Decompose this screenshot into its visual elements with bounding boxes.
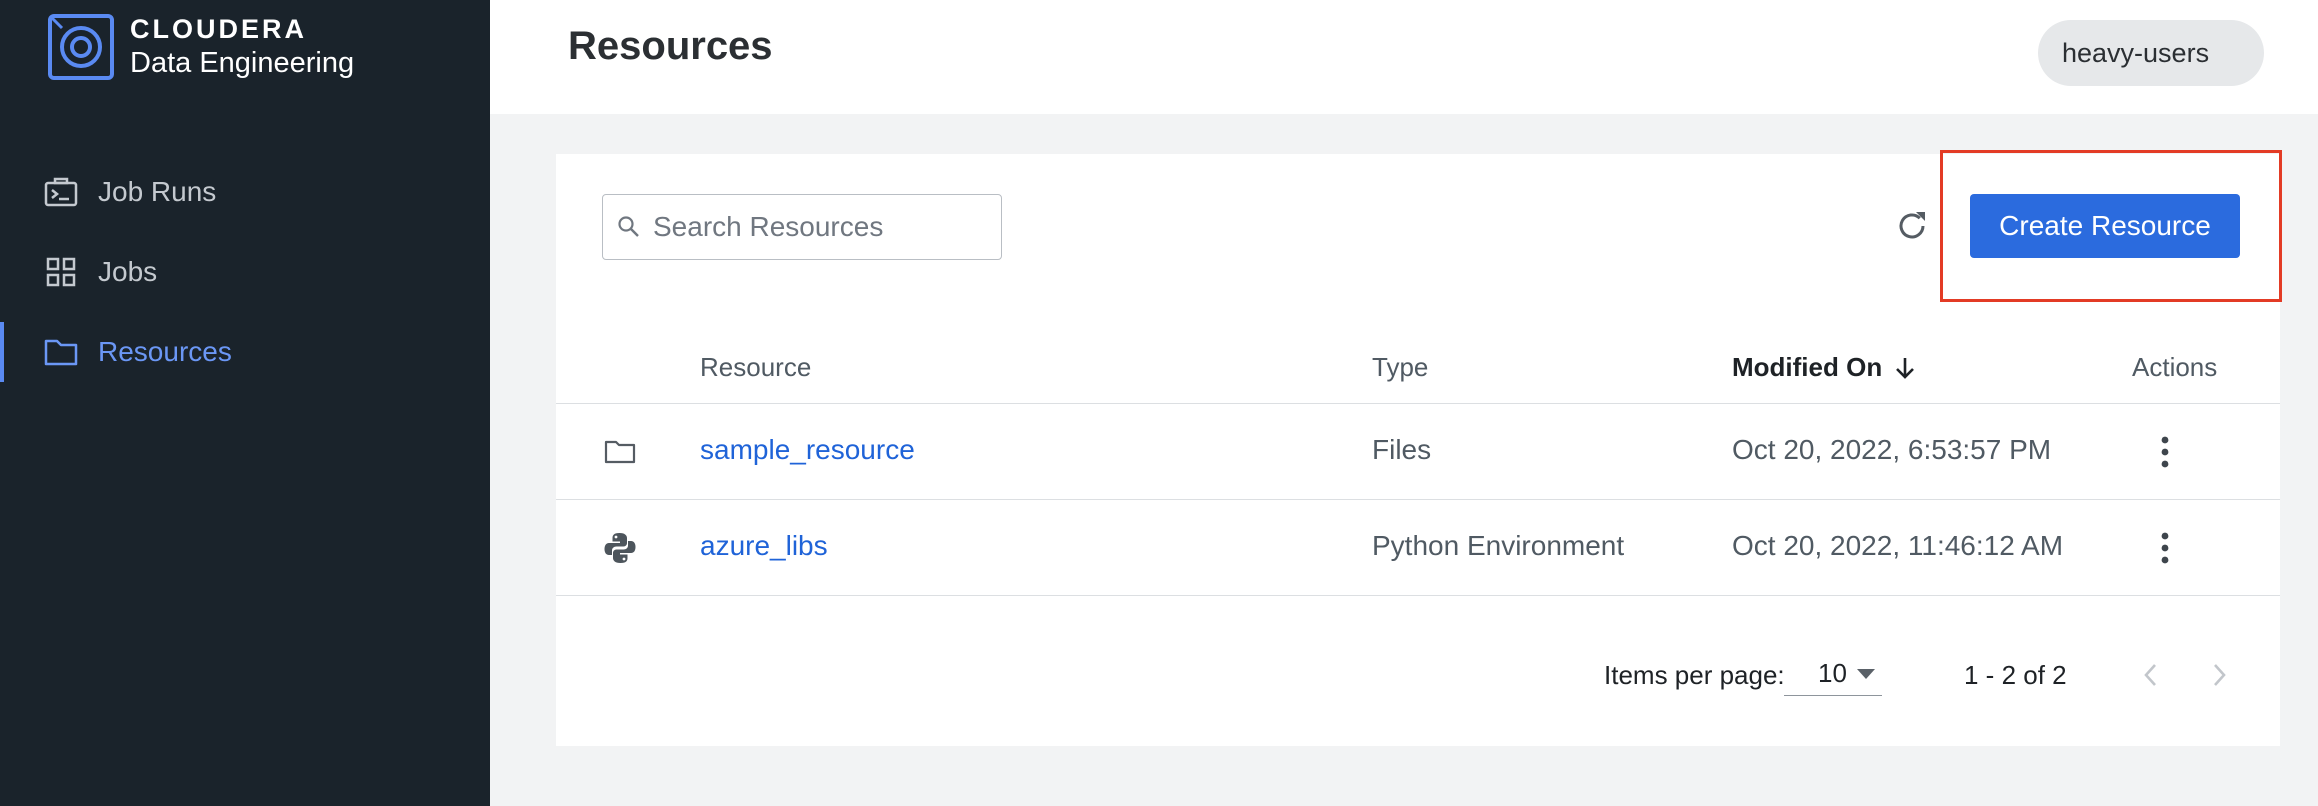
column-header-type[interactable]: Type (1372, 352, 1428, 383)
sidebar-nav: Job Runs Jobs Resources (0, 152, 490, 392)
page-title: Resources (568, 24, 773, 68)
jobs-grid-icon (44, 255, 78, 289)
resource-type: Python Environment (1372, 530, 1625, 561)
cloudera-logo-icon (48, 14, 114, 80)
refresh-icon[interactable] (1892, 206, 1932, 246)
more-actions-icon[interactable] (2152, 528, 2178, 568)
sidebar: CLOUDERA Data Engineering Job Runs Jobs … (0, 0, 490, 806)
search-icon (618, 216, 639, 237)
search-input[interactable] (653, 211, 973, 243)
create-resource-button[interactable]: Create Resource (1970, 194, 2240, 258)
pagination: Items per page: 10 1 - 2 of 2 (556, 644, 2280, 704)
python-icon (604, 533, 636, 563)
column-header-resource[interactable]: Resource (700, 352, 811, 383)
sidebar-item-job-runs[interactable]: Job Runs (0, 152, 490, 232)
items-per-page-select[interactable]: 10 (1784, 652, 1882, 696)
logo[interactable]: CLOUDERA Data Engineering (48, 14, 354, 80)
app-root: CLOUDERA Data Engineering Job Runs Jobs … (0, 0, 2318, 806)
resource-name-link[interactable]: sample_resource (700, 434, 915, 466)
resources-card: Create Resource Resource Type Modified O… (556, 150, 2282, 746)
column-header-modified-label: Modified On (1732, 352, 1883, 382)
logo-text: CLOUDERA Data Engineering (130, 16, 354, 78)
resource-name-link[interactable]: azure_libs (700, 530, 828, 562)
sidebar-item-label: Job Runs (98, 176, 217, 207)
items-per-page-value: 10 (1818, 658, 1847, 688)
sidebar-item-jobs[interactable]: Jobs (0, 232, 490, 312)
sidebar-item-resources[interactable]: Resources (0, 312, 490, 392)
sidebar-item-label: Resources (98, 336, 232, 367)
user-chip[interactable]: heavy-users (2038, 20, 2264, 86)
job-runs-icon (44, 175, 78, 209)
sidebar-item-label: Jobs (98, 256, 158, 287)
product-name: Data Engineering (130, 47, 355, 79)
chevron-down-icon (1856, 668, 1875, 679)
search-box[interactable] (602, 194, 1002, 260)
folder-icon (44, 335, 78, 369)
more-actions-icon[interactable] (2152, 432, 2178, 472)
pagination-range: 1 - 2 of 2 (1964, 660, 2067, 690)
sort-descending-icon (1896, 357, 1915, 379)
items-per-page-label: Items per page: (1604, 660, 1785, 690)
page-header: Resources heavy-users (490, 0, 2318, 114)
column-header-actions: Actions (2132, 352, 2218, 382)
resource-type: Files (1372, 434, 1432, 465)
table-row[interactable]: azure_libs Python Environment Oct 20, 20… (556, 500, 2280, 596)
column-header-modified[interactable]: Modified On (1732, 352, 1918, 383)
brand-name: CLOUDERA (130, 14, 307, 44)
resource-modified: Oct 20, 2022, 6:53:57 PM (1732, 434, 2052, 465)
next-page-icon[interactable] (2204, 658, 2234, 692)
table-header: Resource Type Modified On Actions (556, 328, 2280, 404)
table-row[interactable]: sample_resource Files Oct 20, 2022, 6:53… (556, 404, 2280, 500)
resource-modified: Oct 20, 2022, 11:46:12 AM (1732, 530, 2064, 561)
folder-icon (604, 440, 636, 464)
previous-page-icon[interactable] (2136, 658, 2166, 692)
